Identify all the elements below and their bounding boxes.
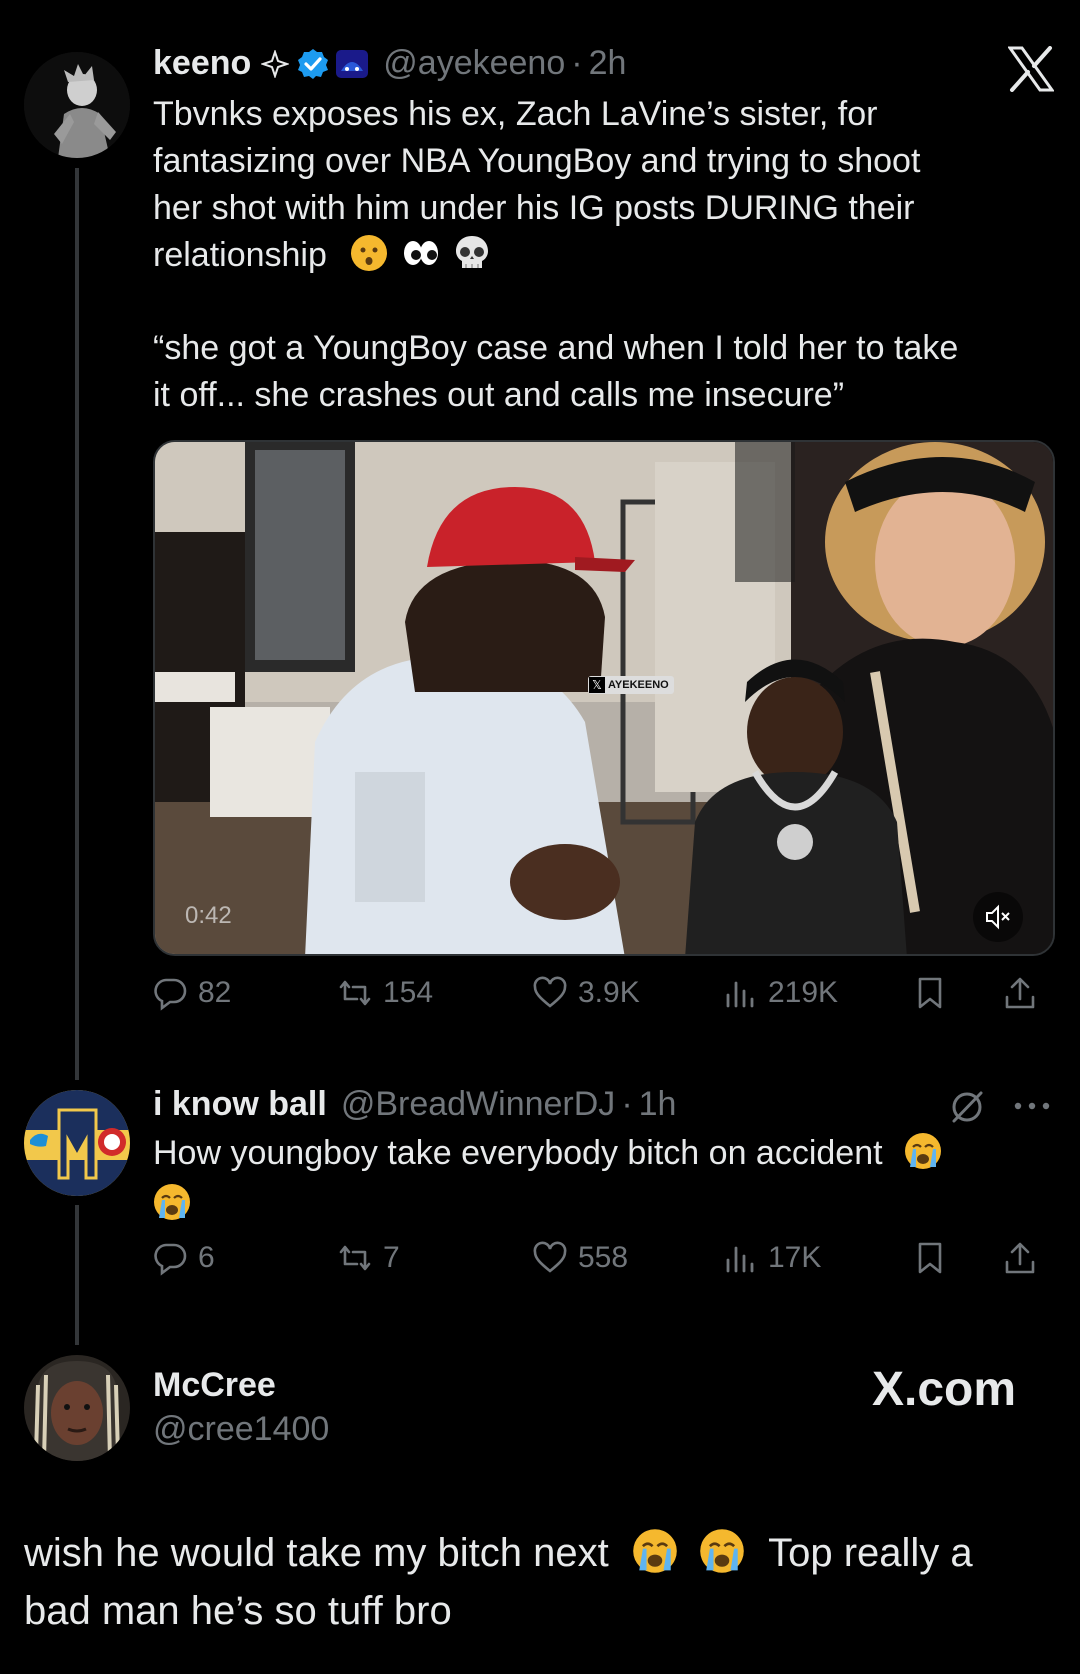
- eyes-emoji-icon: [402, 234, 440, 272]
- tweet2-text-line: How youngboy take everybody bitch on acc…: [153, 1134, 883, 1172]
- footer-caption-text: wish he would take my bitch next: [24, 1531, 609, 1575]
- reply-count: 82: [198, 976, 232, 1009]
- reply-button[interactable]: 6: [152, 1240, 215, 1276]
- views-button[interactable]: 17K: [722, 1240, 821, 1276]
- loudly-crying-emoji-icon: [904, 1132, 942, 1170]
- footer-display-name[interactable]: McCree: [153, 1366, 276, 1405]
- footer-caption: wish he would take my bitch next Top rea…: [24, 1524, 1064, 1640]
- skull-emoji-icon: [453, 234, 491, 272]
- footer-caption-text: Top really a: [768, 1531, 973, 1575]
- x-logo-icon[interactable]: [1007, 46, 1055, 97]
- x-com-brand-text: X.com: [872, 1363, 1017, 1416]
- reply-button[interactable]: 82: [152, 975, 231, 1011]
- like-button[interactable]: 558: [532, 1240, 628, 1276]
- repost-button[interactable]: 7: [337, 1240, 400, 1276]
- tweet1-time[interactable]: 2h: [589, 44, 627, 83]
- x-com-brand[interactable]: X.com: [872, 1362, 1016, 1417]
- tweet1-actions: 82 154 3.9K 219K: [152, 975, 1052, 1025]
- watermark-x-icon: 𝕏: [589, 677, 605, 693]
- loudly-crying-emoji-icon: [699, 1528, 745, 1574]
- tweet2-header: i know ball @BreadWinnerDJ · 1h: [153, 1085, 676, 1124]
- views-icon: [726, 981, 754, 1008]
- repost-button[interactable]: 154: [337, 975, 433, 1011]
- tweet2-separator: ·: [621, 1085, 633, 1123]
- share-icon: [1005, 1242, 1035, 1274]
- loudly-crying-emoji-icon: [153, 1183, 191, 1221]
- video-duration: 0:42: [185, 902, 232, 929]
- like-icon: [533, 976, 567, 1008]
- like-count: 558: [578, 1241, 629, 1274]
- hushed-face-emoji-icon: [350, 234, 388, 272]
- tweet1-text-line: her shot with him under his IG posts DUR…: [153, 189, 915, 227]
- views-count: 17K: [768, 1241, 822, 1274]
- like-button[interactable]: 3.9K: [532, 975, 640, 1011]
- tweet1-header: keeno @ayekeeno · 2h: [153, 44, 626, 83]
- tweet1-video[interactable]: 𝕏 AYEKEENO 0:42: [153, 440, 1055, 956]
- tweet2-text: How youngboy take everybody bitch on acc…: [153, 1130, 1033, 1228]
- tweet1-paragraph-gap: [153, 279, 1053, 325]
- tweet1-quote-line: it off... she crashes out and calls me i…: [153, 376, 845, 414]
- reply-icon: [154, 1243, 187, 1276]
- tweet1-text-line: Tbvnks exposes his ex, Zach LaVine’s sis…: [153, 95, 878, 133]
- tweet2-display-name[interactable]: i know ball: [153, 1085, 327, 1124]
- share-icon: [1005, 977, 1035, 1009]
- repost-icon: [339, 980, 371, 1006]
- views-count: 219K: [768, 976, 839, 1009]
- like-count: 3.9K: [578, 976, 640, 1009]
- tweet2-handle[interactable]: @BreadWinnerDJ: [341, 1085, 616, 1124]
- tweet1-text-line-emoji: relationship: [153, 232, 1053, 279]
- tweet1-separator: ·: [571, 44, 583, 82]
- watermark-text: AYEKEENO: [608, 679, 669, 691]
- verified-badge-icon: [297, 48, 329, 80]
- repost-count: 154: [383, 976, 434, 1009]
- tweet2-time[interactable]: 1h: [639, 1085, 677, 1124]
- video-watermark: 𝕏 AYEKEENO: [588, 676, 674, 694]
- bookmark-icon: [918, 977, 942, 1009]
- avatar-iknowball[interactable]: [24, 1090, 130, 1196]
- tweet1-quote-line: “she got a YoungBoy case and when I told…: [153, 329, 959, 367]
- bookmark-icon: [918, 1242, 942, 1274]
- grok-icon[interactable]: [948, 1088, 986, 1131]
- footer-handle[interactable]: @cree1400: [153, 1410, 329, 1449]
- tweet1-text: Tbvnks exposes his ex, Zach LaVine’s sis…: [153, 91, 1053, 419]
- share-button[interactable]: [1002, 975, 1048, 1011]
- repost-count: 7: [383, 1241, 400, 1274]
- avatar-mccree[interactable]: [24, 1355, 130, 1461]
- bookmark-button[interactable]: [912, 975, 958, 1011]
- reply-count: 6: [198, 1241, 215, 1274]
- tweet1-text-line: fantasizing over NBA YoungBoy and trying…: [153, 142, 921, 180]
- tweet1-text-line: relationship: [153, 236, 327, 274]
- tweet2-actions: 6 7 558 17K: [152, 1240, 1052, 1290]
- tweet1-display-name[interactable]: keeno: [153, 44, 251, 83]
- sparkle-icon: [261, 49, 290, 78]
- loudly-crying-emoji-icon: [632, 1528, 678, 1574]
- like-icon: [533, 1241, 567, 1273]
- reply-icon: [154, 978, 187, 1011]
- thread-line-2: [75, 1205, 79, 1345]
- more-icon[interactable]: [1012, 1098, 1052, 1119]
- footer-caption-line-2: bad man he’s so tuff bro: [24, 1589, 452, 1633]
- affiliate-badge-icon: [335, 49, 369, 79]
- footer-caption-line-1: wish he would take my bitch next Top rea…: [24, 1524, 1064, 1582]
- views-button[interactable]: 219K: [722, 975, 838, 1011]
- bookmark-button[interactable]: [912, 1240, 958, 1276]
- tweet1-handle[interactable]: @ayekeeno: [383, 44, 565, 83]
- thread-line-1: [75, 168, 79, 1080]
- mute-icon[interactable]: [973, 892, 1023, 942]
- views-icon: [726, 1246, 754, 1273]
- repost-icon: [339, 1245, 371, 1271]
- avatar-keeno[interactable]: [24, 52, 130, 158]
- share-button[interactable]: [1002, 1240, 1048, 1276]
